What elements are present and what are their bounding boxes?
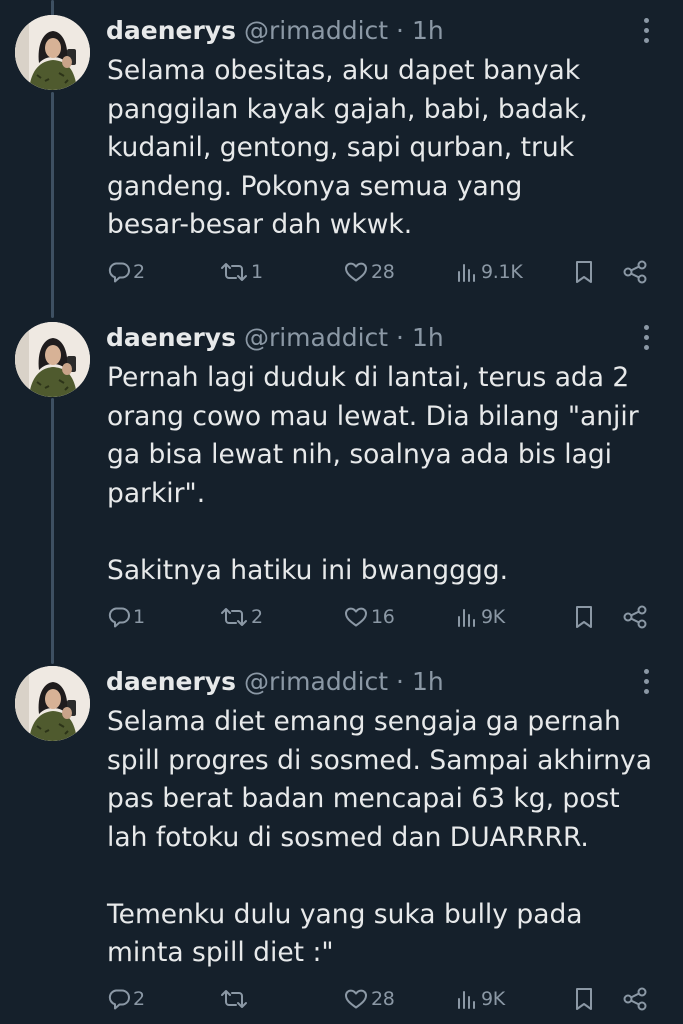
like-button[interactable]: 28 [343,984,395,1014]
views-icon [458,991,475,1009]
bookmark-icon [576,988,592,1010]
heart-icon [345,607,367,627]
repost-count: 1 [251,261,263,283]
share-icon [623,987,647,1011]
heart-icon [345,262,367,282]
views-count: 9K [481,606,505,628]
like-count: 16 [371,606,395,628]
display-name[interactable]: daenerys [106,667,236,696]
repost-button[interactable] [219,984,251,1014]
share-button[interactable] [621,257,649,287]
separator: · [396,667,404,696]
views-icon [458,264,475,282]
heart-icon [345,989,367,1009]
separator: · [396,16,404,45]
repost-button[interactable]: 1 [219,257,263,287]
bookmark-icon [576,606,592,628]
reply-icon [108,989,130,1010]
tweet-header: daenerys @rimaddict · 1h [106,664,444,700]
bookmark-button[interactable] [572,257,596,287]
views-button[interactable]: 9K [455,984,505,1014]
bookmark-button[interactable] [572,602,596,632]
repost-button[interactable]: 2 [219,602,263,632]
more-icon[interactable] [643,667,651,697]
separator: · [396,323,404,352]
reply-count: 1 [133,606,145,628]
views-button[interactable]: 9K [455,602,505,632]
share-icon [623,605,647,629]
action-bar: 2 1 28 9.1K [107,257,667,287]
tweet[interactable]: daenerys @rimaddict · 1h Pernah lagi dud… [0,307,683,647]
share-button[interactable] [621,602,649,632]
tweet-header: daenerys @rimaddict · 1h [106,13,444,49]
action-bar: 2 28 9K [107,984,667,1014]
reply-count: 2 [133,988,145,1010]
repost-icon [221,990,247,1008]
share-button[interactable] [621,984,649,1014]
views-count: 9.1K [481,261,523,283]
like-count: 28 [371,261,395,283]
reply-button[interactable]: 2 [107,257,145,287]
tweet-text: Selama diet emang sengaja ga pernah spil… [107,706,652,968]
tweet-text: Selama obesitas, aku dapet banyak panggi… [107,55,588,240]
display-name[interactable]: daenerys [106,16,236,45]
avatar[interactable] [15,322,90,397]
more-icon[interactable] [643,16,651,46]
repost-icon [221,263,247,281]
user-handle[interactable]: @rimaddict [244,667,388,696]
reply-button[interactable]: 2 [107,984,145,1014]
like-button[interactable]: 16 [343,602,395,632]
avatar[interactable] [15,15,90,90]
display-name[interactable]: daenerys [106,323,236,352]
tweet-header: daenerys @rimaddict · 1h [106,320,444,356]
timestamp[interactable]: 1h [412,667,444,696]
tweet[interactable]: daenerys @rimaddict · 1h Selama obesitas… [0,0,683,305]
avatar[interactable] [15,666,90,741]
reply-button[interactable]: 1 [107,602,145,632]
like-button[interactable]: 28 [343,257,395,287]
reply-count: 2 [133,261,145,283]
bookmark-button[interactable] [572,984,596,1014]
views-icon [458,609,475,627]
tweet[interactable]: daenerys @rimaddict · 1h Selama diet ema… [0,651,683,1024]
reply-icon [108,607,130,628]
views-button[interactable]: 9.1K [455,257,523,287]
action-bar: 1 2 16 9K [107,602,667,632]
repost-count: 2 [251,606,263,628]
like-count: 28 [371,988,395,1010]
timestamp[interactable]: 1h [412,323,444,352]
timestamp[interactable]: 1h [412,16,444,45]
bookmark-icon [576,261,592,283]
tweet-text: Pernah lagi duduk di lantai, terus ada 2… [107,362,639,586]
reply-icon [108,262,130,283]
user-handle[interactable]: @rimaddict [244,323,388,352]
user-handle[interactable]: @rimaddict [244,16,388,45]
repost-icon [221,608,247,626]
more-icon[interactable] [643,323,651,353]
views-count: 9K [481,988,505,1010]
share-icon [623,260,647,284]
